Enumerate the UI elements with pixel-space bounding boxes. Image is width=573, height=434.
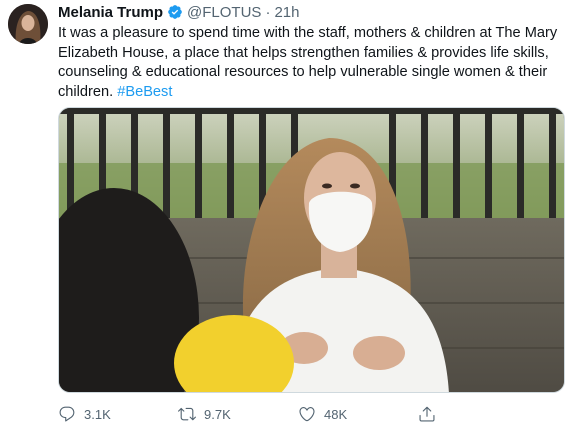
like-count: 48K: [324, 406, 348, 422]
author-name[interactable]: Melania Trump: [58, 4, 163, 21]
video-frame: [59, 108, 564, 392]
reply-button[interactable]: 3.1K: [58, 405, 178, 423]
tweet-text: It was a pleasure to spend time with the…: [58, 24, 563, 102]
author-handle[interactable]: @FLOTUS: [187, 4, 261, 21]
share-icon: [419, 406, 435, 422]
tweet-actions: 3.1K 9.7K 48K: [58, 404, 538, 424]
separator-dot: ·: [265, 3, 271, 21]
tweet-video[interactable]: [58, 107, 565, 393]
reply-icon: [59, 406, 75, 422]
share-button[interactable]: [418, 405, 538, 423]
retweet-count: 9.7K: [204, 406, 231, 422]
like-button[interactable]: 48K: [298, 405, 418, 423]
retweet-button[interactable]: 9.7K: [178, 405, 298, 423]
retweet-icon: [178, 407, 196, 421]
verified-badge-icon: [167, 4, 183, 20]
timestamp[interactable]: 21h: [274, 4, 299, 21]
tweet[interactable]: Melania Trump @FLOTUS · 21h It was a ple…: [0, 0, 573, 434]
tweet-header: Melania Trump @FLOTUS · 21h: [58, 3, 299, 21]
like-icon: [299, 407, 315, 422]
avatar-image: [8, 4, 48, 44]
avatar[interactable]: [8, 4, 48, 44]
reply-count: 3.1K: [84, 406, 111, 422]
hashtag-link[interactable]: #BeBest: [117, 84, 172, 100]
